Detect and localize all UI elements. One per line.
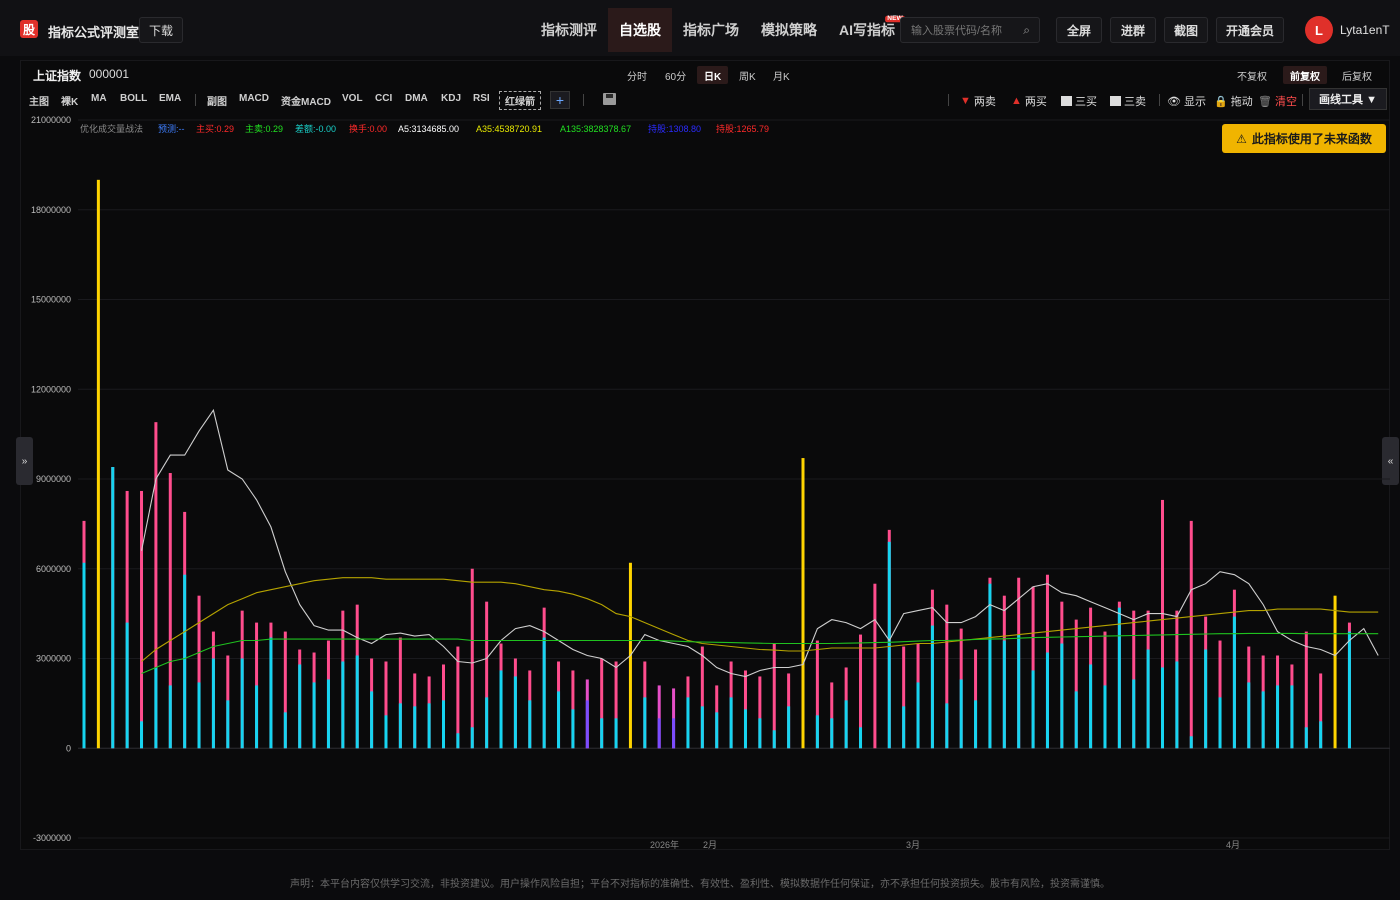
two-buy-tool[interactable]: ▲ 两买	[1011, 93, 1047, 109]
three-sell-tool[interactable]: 三卖	[1110, 93, 1146, 109]
join-group-button[interactable]: 进群	[1110, 17, 1156, 43]
toolbar-divider	[948, 94, 949, 106]
chart-panel	[20, 60, 1390, 850]
future-function-warning[interactable]: ⚠ 此指标使用了未来函数	[1222, 124, 1386, 153]
lock-icon: 🔒	[1214, 95, 1228, 108]
three-buy-tool[interactable]: 三买	[1061, 93, 1097, 109]
app-logo: 股	[20, 20, 38, 38]
period-tab-60min[interactable]: 60分	[658, 66, 693, 84]
warning-icon: ⚠	[1236, 131, 1247, 146]
eye-icon: 👁	[1167, 95, 1181, 108]
indicator-bare-k[interactable]: 裸K	[61, 93, 78, 108]
download-button[interactable]: 下载	[139, 17, 183, 43]
adjust-backward[interactable]: 后复权	[1335, 66, 1379, 84]
show-tool[interactable]: 👁 显示	[1167, 93, 1206, 109]
indicator-dma[interactable]: DMA	[405, 93, 428, 104]
three-buy-label: 三买	[1075, 96, 1097, 108]
search-placeholder: 输入股票代码/名称	[911, 25, 1003, 37]
drag-label: 拖动	[1230, 96, 1253, 108]
drag-tool[interactable]: 🔒 拖动	[1214, 93, 1253, 109]
indicator-kdj[interactable]: KDJ	[441, 93, 461, 104]
avatar[interactable]: L	[1305, 16, 1333, 44]
disclaimer: 声明：本平台内容仅供学习交流，非投资建议。用户操作风险自担；平台不对指标的准确性…	[290, 879, 1110, 890]
warning-text: 此指标使用了未来函数	[1251, 132, 1372, 146]
screenshot-button[interactable]: 截图	[1164, 17, 1208, 43]
save-icon[interactable]	[603, 93, 616, 105]
adjust-none[interactable]: 不复权	[1230, 66, 1274, 84]
period-tab-intraday[interactable]: 分时	[620, 66, 654, 84]
symbol-name: 上证指数	[33, 69, 82, 83]
nav-item-ai-label: AI写指标	[839, 22, 895, 38]
indicator-fund-macd[interactable]: 资金MACD	[281, 93, 331, 108]
indicator-rsi[interactable]: RSI	[473, 93, 490, 104]
nav-item-indicator-square[interactable]: 指标广场	[672, 8, 750, 52]
show-label: 显示	[1183, 96, 1206, 108]
two-sell-label: 两卖	[973, 96, 996, 108]
down-triangle-icon: ▼	[960, 95, 971, 107]
top-bar: 股 指标公式评测室 下载 指标测评 自选股 指标广场 模拟策略 AI写指标 NE…	[0, 0, 1400, 56]
up-triangle-icon: ▲	[1011, 95, 1022, 107]
indicator-ema[interactable]: EMA	[159, 93, 181, 104]
right-expand-handle[interactable]: «	[1382, 437, 1399, 485]
indicator-red-green-arrow[interactable]: 红绿箭	[499, 91, 541, 110]
indicator-main[interactable]: 主图	[29, 93, 49, 108]
username[interactable]: Lyta1enT	[1340, 23, 1390, 37]
draw-tools-dropdown[interactable]: 画线工具 ▼	[1309, 88, 1387, 110]
symbol-code: 000001	[89, 67, 130, 81]
toolbar-divider	[1159, 94, 1160, 106]
period-tab-monthly[interactable]: 月K	[766, 66, 797, 84]
adjust-forward[interactable]: 前复权	[1283, 66, 1327, 84]
search-icon[interactable]: ⌕	[1023, 23, 1030, 38]
app-title: 指标公式评测室	[48, 25, 140, 40]
two-buy-label: 两买	[1024, 96, 1047, 108]
nav-item-sim-strategy[interactable]: 模拟策略	[750, 8, 828, 52]
nav-item-watchlist[interactable]: 自选股	[608, 8, 672, 52]
search-input[interactable]: 输入股票代码/名称 ⌕	[900, 17, 1040, 43]
period-tab-weekly[interactable]: 周K	[732, 66, 763, 84]
indicator-vol[interactable]: VOL	[342, 93, 363, 104]
add-indicator-button[interactable]: +	[550, 91, 570, 109]
indicator-macd[interactable]: MACD	[239, 93, 269, 104]
toolbar-divider	[195, 94, 196, 106]
vip-button[interactable]: 开通会员	[1216, 17, 1284, 43]
period-tab-daily[interactable]: 日K	[697, 66, 729, 84]
indicator-sub[interactable]: 副图	[207, 93, 227, 108]
toolbar-divider	[1302, 94, 1303, 106]
indicator-cci[interactable]: CCI	[375, 93, 392, 104]
three-sell-label: 三卖	[1124, 96, 1146, 108]
two-sell-tool[interactable]: ▼ 两卖	[960, 93, 996, 109]
fullscreen-button[interactable]: 全屏	[1056, 17, 1102, 43]
clear-tool[interactable]: 🗑 清空	[1258, 93, 1297, 109]
chart-down-icon	[1110, 96, 1121, 106]
nav-item-indicator-review[interactable]: 指标测评	[530, 8, 608, 52]
nav-item-ai-indicator[interactable]: AI写指标 NEW	[828, 8, 906, 52]
left-expand-handle[interactable]: »	[16, 437, 33, 485]
main-nav: 指标测评 自选股 指标广场 模拟策略 AI写指标 NEW	[530, 8, 906, 52]
trash-icon: 🗑	[1258, 95, 1272, 108]
chart-up-icon	[1061, 96, 1072, 106]
indicator-ma[interactable]: MA	[91, 93, 107, 104]
indicator-boll[interactable]: BOLL	[120, 93, 147, 104]
toolbar-divider	[583, 94, 584, 106]
clear-label: 清空	[1274, 96, 1297, 108]
